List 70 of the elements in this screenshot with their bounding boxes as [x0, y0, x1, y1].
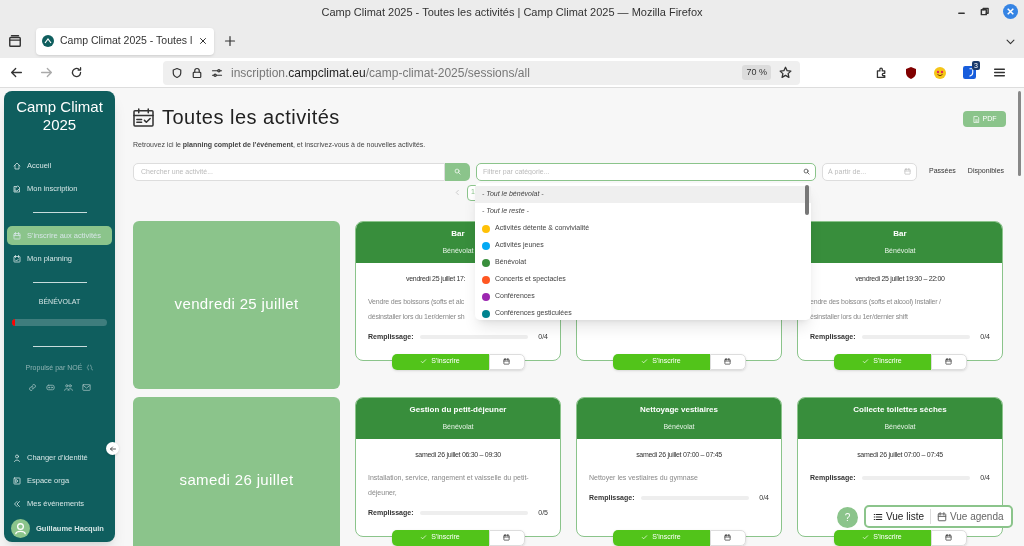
calendar-icon	[945, 358, 952, 365]
check-icon	[420, 358, 428, 365]
check-icon	[641, 358, 649, 365]
calendar-icon	[904, 167, 911, 175]
page-scrollbar-thumb[interactable]	[1018, 91, 1021, 176]
link-icon	[28, 383, 37, 392]
check-icon	[862, 358, 870, 365]
calendar-icon	[724, 534, 731, 541]
permissions-icon	[211, 66, 223, 79]
lock-icon	[191, 66, 203, 79]
sidebar-title: Camp Climat 2025	[15, 98, 104, 134]
chevron-left-icon	[454, 189, 461, 196]
calendar-icon	[945, 534, 952, 541]
people-icon	[64, 383, 73, 392]
search-button[interactable]	[445, 162, 470, 181]
calendar-check-icon	[13, 254, 21, 263]
day-card: vendredi 25 juillet	[133, 220, 340, 389]
check-icon	[420, 534, 428, 541]
extensions-icon	[875, 66, 888, 79]
arrow-left-icon	[108, 444, 117, 453]
site-logo-icon	[42, 35, 54, 47]
menu-icon	[993, 66, 1006, 79]
braces-icon	[86, 364, 94, 372]
window-title: Camp Climat 2025 - Toutes les activités | Camp Climat 2025 — Mozilla Firefox	[321, 4, 703, 20]
file-icon	[972, 115, 980, 123]
bookmark-star-icon	[779, 66, 792, 79]
edit-icon	[13, 184, 21, 193]
calendar-icon	[724, 358, 731, 365]
user-icon	[13, 453, 21, 462]
smiley-extension-icon[interactable]	[934, 66, 946, 79]
tab-title: Camp Climat 2025 - Toutes l	[60, 33, 193, 49]
new-tab-icon	[224, 35, 237, 47]
tab-list-icon	[8, 34, 22, 48]
calendar-icon	[503, 534, 510, 541]
view-tab[interactable]: Vue liste	[869, 508, 928, 525]
activity-title: Bar	[451, 227, 465, 240]
home-icon	[13, 161, 21, 170]
view-tab[interactable]: Vue agenda	[933, 508, 1008, 525]
page-title: Toutes les activités	[162, 105, 340, 130]
scrollbar-thumb[interactable]	[805, 185, 809, 215]
reload-icon	[70, 66, 83, 79]
double-chevron-left-icon	[13, 499, 21, 508]
close-tab-icon	[198, 36, 209, 46]
avatar-icon[interactable]	[11, 519, 30, 538]
calendar-icon	[503, 358, 510, 365]
restore-icon[interactable]	[980, 7, 989, 16]
address-field[interactable]: inscription.campclimat.eu/camp-climat-2025/sessions/all 70 %	[163, 60, 800, 85]
search-icon	[454, 168, 461, 175]
browser-tab[interactable]: Camp Climat 2025 - Toutes l	[36, 27, 215, 55]
list-icon	[873, 511, 883, 522]
url-text: inscription.campclimat.eu/camp-climat-2025/sessions/all	[231, 64, 531, 82]
calendar-icon	[13, 231, 21, 240]
shield-icon	[171, 66, 183, 79]
activity-title: Gestion du petit-déjeuner	[409, 403, 507, 416]
check-icon	[641, 534, 649, 541]
activity-title: Collecte toilettes sèches	[853, 403, 947, 416]
activity-title: Nettoyage vestiaires	[640, 403, 718, 416]
search-icon	[803, 167, 810, 175]
calendar-icon	[937, 511, 947, 522]
play-square-icon	[13, 476, 21, 485]
game-controller-icon	[46, 383, 55, 392]
close-icon[interactable]	[1003, 4, 1018, 19]
day-card: samedi 26 juillet	[133, 396, 340, 546]
check-icon	[862, 534, 870, 541]
zoom-level[interactable]: 70 %	[742, 64, 771, 81]
forward-icon	[40, 66, 53, 79]
activity-title: Bar	[893, 227, 907, 240]
calendar-icon	[133, 107, 154, 127]
back-icon	[10, 66, 23, 79]
mail-icon	[82, 383, 91, 392]
